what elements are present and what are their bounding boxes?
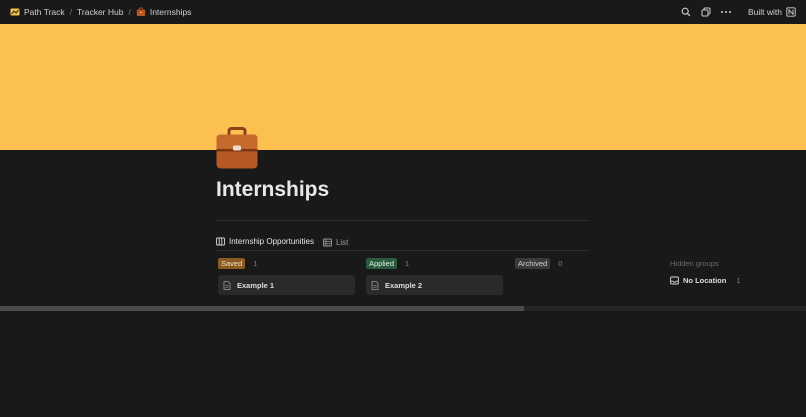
tab-internship-opportunities[interactable]: Internship Opportunities [216, 234, 317, 251]
breadcrumb-label: Path Track [24, 7, 65, 17]
group-header-archived[interactable]: Archived 0 [515, 258, 562, 269]
breadcrumb-item-internships[interactable]: Internships [136, 7, 192, 17]
breadcrumb-item-tracker-hub[interactable]: Tracker Hub [77, 7, 123, 17]
hidden-group-no-location[interactable]: No Location 1 [670, 276, 741, 285]
scrollbar-thumb[interactable] [0, 306, 524, 311]
status-badge: Archived [515, 258, 551, 269]
board-card[interactable]: Example 2 [366, 275, 503, 295]
breadcrumb-label: Tracker Hub [77, 7, 124, 17]
board-icon [216, 237, 225, 246]
divider [216, 220, 590, 221]
group-count: 1 [405, 259, 410, 268]
top-bar: Path Track / Tracker Hub / Internships B… [0, 0, 806, 24]
briefcase-icon[interactable] [215, 127, 259, 171]
more-options-button[interactable] [720, 6, 732, 18]
notion-logo-icon [786, 7, 796, 17]
duplicate-button[interactable] [700, 6, 712, 18]
breadcrumb: Path Track / Tracker Hub / Internships [10, 7, 191, 17]
document-icon [371, 280, 379, 290]
page-cover[interactable] [0, 24, 806, 150]
breadcrumb-label: Internships [149, 7, 192, 17]
tab-label: List [335, 237, 349, 247]
view-tabs: Internship Opportunities List [216, 234, 349, 251]
list-icon [322, 238, 332, 246]
briefcase-icon [136, 7, 146, 16]
search-icon [681, 7, 691, 17]
breadcrumb-item-path-track[interactable]: Path Track [10, 7, 65, 17]
card-title: Example 2 [385, 280, 423, 290]
document-icon [223, 280, 231, 290]
search-button[interactable] [680, 6, 692, 18]
group-header-applied[interactable]: Applied 1 [366, 258, 409, 269]
tab-list[interactable]: List [322, 234, 349, 250]
inbox-icon [670, 276, 679, 285]
tab-label: Internship Opportunities [229, 237, 314, 246]
built-with-badge[interactable]: Built with [748, 7, 796, 17]
divider [216, 250, 590, 251]
breadcrumb-separator: / [69, 7, 73, 17]
duplicate-icon [701, 7, 711, 17]
board-card[interactable]: Example 1 [218, 275, 355, 295]
group-header-saved[interactable]: Saved 1 [218, 258, 257, 269]
path-track-logo-icon [10, 8, 20, 16]
status-badge: Applied [366, 258, 398, 269]
group-count: 0 [558, 259, 563, 268]
hidden-group-label: No Location [683, 276, 727, 285]
status-badge: Saved [218, 258, 246, 269]
more-icon [720, 11, 731, 13]
hidden-groups-label: Hidden groups [670, 259, 719, 268]
topbar-actions: Built with [680, 0, 796, 24]
page-title[interactable]: Internships [216, 178, 329, 202]
built-with-label: Built with [747, 7, 782, 17]
horizontal-scrollbar[interactable] [0, 306, 806, 311]
card-title: Example 1 [237, 280, 275, 290]
group-count: 1 [253, 259, 258, 268]
group-count: 1 [736, 276, 741, 285]
breadcrumb-separator: / [128, 7, 131, 17]
